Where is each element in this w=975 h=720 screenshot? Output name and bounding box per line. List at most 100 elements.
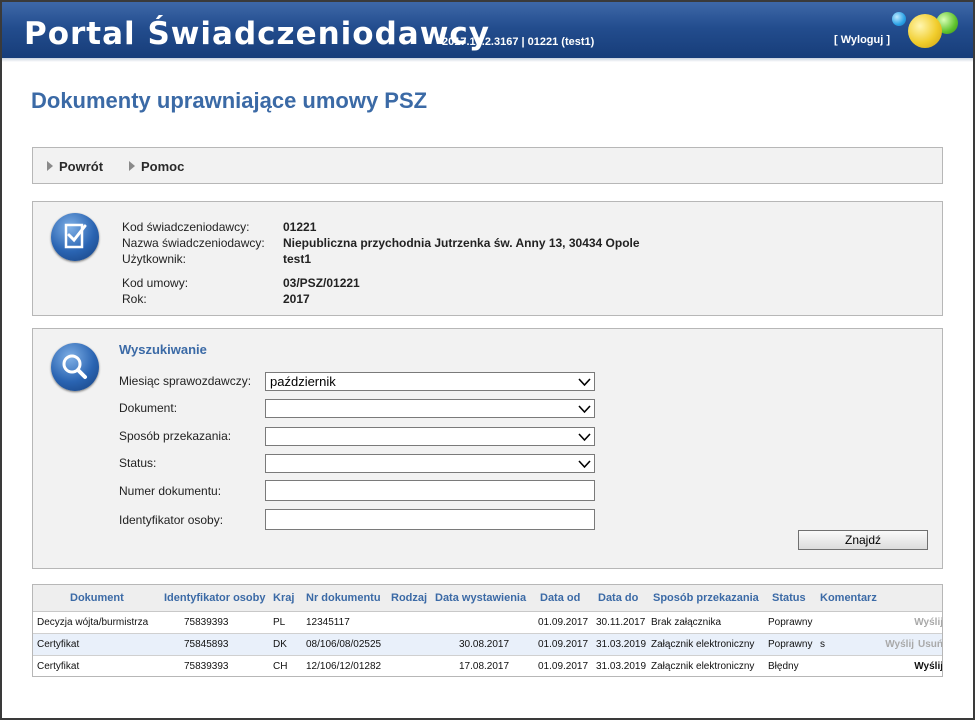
table-row: Decyzja wójta/burmistrza 75839393 PL 123… [33, 611, 942, 634]
col-header-method: Sposób przekazania [647, 585, 764, 612]
provider-info-panel: Kod świadczeniodawcy: 01221 Nazwa świadc… [32, 201, 943, 316]
portal-title: Portal Świadczeniodawcy [24, 16, 490, 52]
col-header-actions [877, 585, 942, 612]
col-header-document: Dokument [33, 585, 160, 612]
back-label: Powrót [59, 159, 104, 174]
cell-person-id: 75839393 [160, 611, 269, 634]
cell-from: 01.09.2017 [534, 611, 592, 634]
month-select-value: październik [270, 374, 336, 389]
results-table: Dokument Identyfikator osoby Kraj Nr dok… [32, 584, 943, 677]
status-select[interactable] [265, 454, 595, 473]
provider-name-label: Nazwa świadczeniodawcy: [122, 236, 265, 250]
month-select[interactable]: październik [265, 372, 595, 391]
cell-doc-number: 08/106/08/02525 [302, 633, 387, 656]
cell-from: 01.09.2017 [534, 655, 592, 676]
cell-type [387, 611, 431, 634]
cell-country: CH [269, 655, 302, 676]
chevron-down-icon [578, 433, 591, 442]
cell-type [387, 633, 431, 656]
cell-actions: Wyślij Usuń [877, 633, 942, 656]
cell-to: 31.03.2019 [592, 655, 647, 676]
col-header-comment: Komentarz [816, 585, 877, 612]
search-section-title: Wyszukiwanie [119, 342, 207, 357]
provider-code-label: Kod świadczeniodawcy: [122, 220, 250, 234]
status-label: Status: [119, 456, 157, 470]
cell-method: Załącznik elektroniczny [647, 633, 764, 656]
provider-code-value: 01221 [283, 220, 317, 234]
cell-issued: 17.08.2017 [431, 655, 534, 676]
col-header-type: Rodzaj [387, 585, 431, 612]
chevron-down-icon [578, 405, 591, 414]
cell-doc-number: 12/106/12/01282 [302, 655, 387, 676]
cell-person-id: 75839393 [160, 655, 269, 676]
chevron-down-icon [578, 460, 591, 469]
document-label: Dokument: [119, 401, 178, 415]
back-button[interactable]: Powrót [47, 159, 103, 174]
provider-name-value: Niepubliczna przychodnia Jutrzenka św. A… [283, 236, 640, 250]
table-row: Certyfikat 75839393 CH 12/106/12/01282 1… [33, 655, 942, 676]
cell-to: 30.11.2017 [592, 611, 647, 634]
col-header-status: Status [764, 585, 816, 612]
cell-issued [431, 611, 534, 634]
cell-status: Poprawny [764, 633, 816, 656]
version-info: 2017.10.2.3167 | 01221 (test1) [442, 36, 595, 48]
document-select[interactable] [265, 399, 595, 418]
cell-actions: Wyślij [877, 655, 942, 676]
user-value: test1 [283, 252, 312, 266]
table-header-row: Dokument Identyfikator osoby Kraj Nr dok… [33, 585, 942, 612]
cell-comment: s [816, 633, 877, 656]
cell-doc-number: 12345117 [302, 611, 387, 634]
cell-type [387, 655, 431, 676]
col-header-to: Data do [592, 585, 647, 612]
col-header-doc-number: Nr dokumentu [302, 585, 387, 612]
cell-actions: Wyślij [877, 611, 942, 634]
cell-country: DK [269, 633, 302, 656]
cell-comment [816, 611, 877, 634]
magnifier-icon [51, 343, 99, 391]
chevron-down-icon [578, 378, 591, 387]
method-label: Sposób przekazania: [119, 429, 232, 443]
user-label: Użytkownik: [122, 252, 187, 266]
month-label: Miesiąc sprawozdawczy: [119, 374, 252, 388]
col-header-from: Data od [534, 585, 592, 612]
send-link[interactable]: Wyślij [914, 617, 942, 628]
cell-person-id: 75845893 [160, 633, 269, 656]
contract-code-value: 03/PSZ/01221 [283, 276, 360, 290]
search-panel: Wyszukiwanie Miesiąc sprawozdawczy: paźd… [32, 328, 943, 569]
year-value: 2017 [283, 292, 310, 306]
yellow-ball-icon [908, 14, 942, 48]
method-select[interactable] [265, 427, 595, 446]
triangle-right-icon [129, 161, 135, 171]
person-id-input[interactable] [265, 509, 595, 530]
blue-ball-icon [892, 12, 906, 26]
page-title: Dokumenty uprawniające umowy PSZ [31, 88, 428, 113]
logo-balls-icon [890, 8, 970, 58]
doc-number-input[interactable] [265, 480, 595, 501]
document-check-icon [51, 213, 99, 261]
header-bar: Portal Świadczeniodawcy 2017.10.2.3167 |… [2, 2, 973, 58]
person-id-label: Identyfikator osoby: [119, 513, 224, 527]
cell-status: Błędny [764, 655, 816, 676]
cell-method: Załącznik elektroniczny [647, 655, 764, 676]
cell-from: 01.09.2017 [534, 633, 592, 656]
find-button[interactable]: Znajdź [798, 530, 928, 550]
doc-number-label: Numer dokumentu: [119, 484, 222, 498]
col-header-person-id: Identyfikator osoby [160, 585, 269, 612]
toolbar: Powrót Pomoc [32, 147, 943, 184]
table-row: Certyfikat 75845893 DK 08/106/08/02525 3… [33, 633, 942, 656]
col-header-issued: Data wystawienia [431, 585, 534, 612]
cell-document: Certyfikat [33, 633, 160, 656]
header-shadow [2, 58, 973, 62]
cell-to: 31.03.2019 [592, 633, 647, 656]
cell-document: Decyzja wójta/burmistrza [33, 611, 160, 634]
cell-method: Brak załącznika [647, 611, 764, 634]
help-button[interactable]: Pomoc [129, 159, 184, 174]
delete-link[interactable]: Usuń [918, 639, 942, 650]
col-header-country: Kraj [269, 585, 302, 612]
cell-status: Poprawny [764, 611, 816, 634]
send-link[interactable]: Wyślij [914, 661, 942, 672]
cell-comment [816, 655, 877, 676]
logout-link[interactable]: [ Wyloguj ] [834, 34, 890, 46]
send-link[interactable]: Wyślij [885, 639, 914, 650]
contract-code-label: Kod umowy: [122, 276, 189, 290]
